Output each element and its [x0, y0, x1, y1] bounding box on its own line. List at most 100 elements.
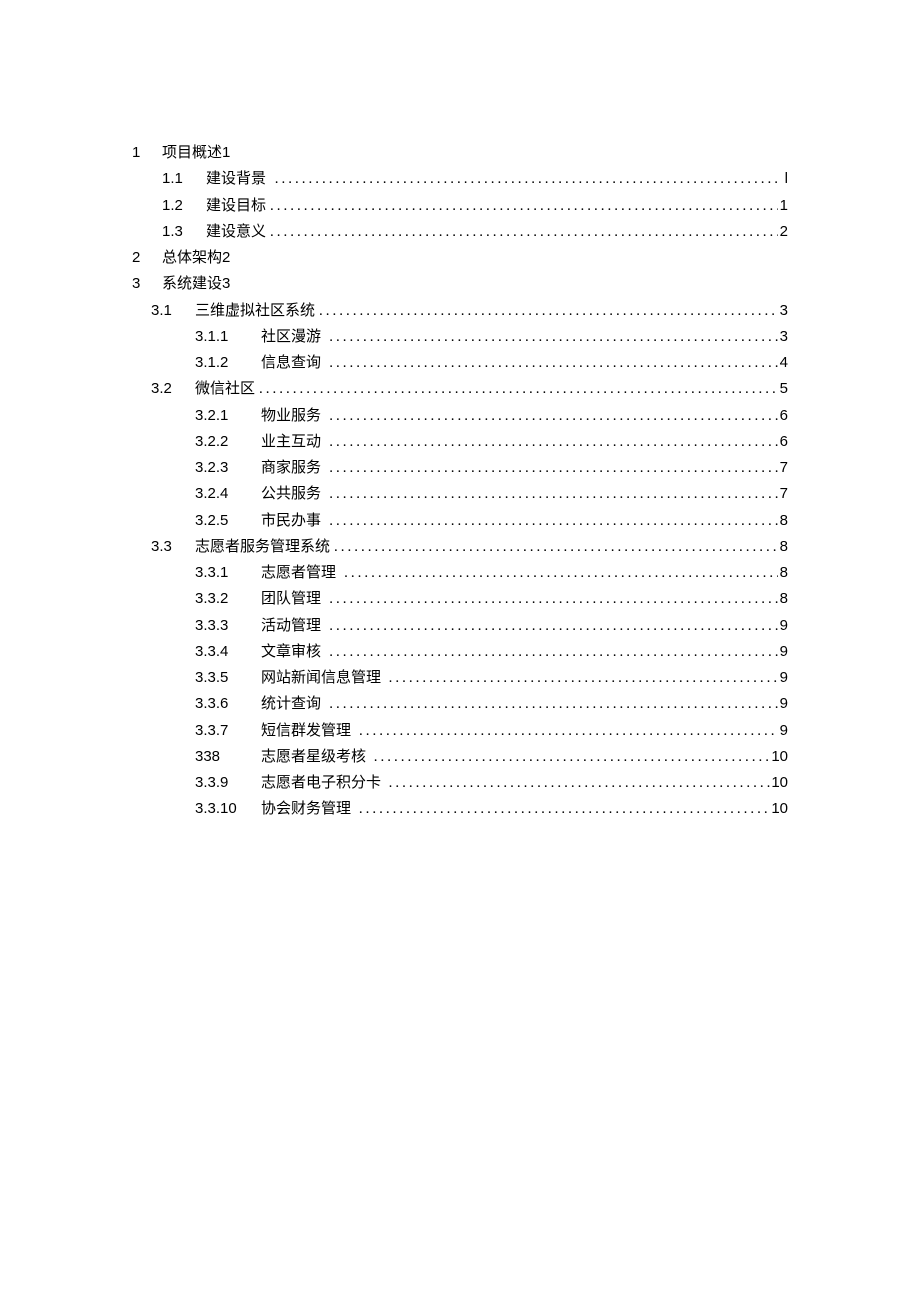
toc-number: 3.1.1 — [195, 324, 261, 350]
toc-row: 3.2.3商家服务 7 — [132, 455, 788, 481]
toc-title: 协会财务管理 — [261, 796, 351, 822]
toc-page: 10 — [771, 796, 788, 822]
toc-title: 信息查询 — [261, 350, 321, 376]
toc-leader — [266, 219, 778, 245]
toc-row: 3.3.3活动管理9 — [132, 613, 788, 639]
toc-title: 物业服务 — [261, 403, 321, 429]
toc-leader — [325, 586, 778, 612]
toc-number: 3.3.7 — [195, 718, 261, 744]
toc-leader — [325, 403, 778, 429]
toc-leader — [255, 376, 778, 402]
toc-title: 项目概述 — [162, 140, 222, 166]
toc-leader — [325, 350, 778, 376]
table-of-contents: 1项目概述11.1建设背景l1.2建设目标11.3建设意义22总体架构23系统建… — [132, 140, 788, 823]
toc-page: 9 — [778, 613, 788, 639]
toc-number: 338 — [195, 744, 261, 770]
toc-leader — [385, 665, 778, 691]
toc-title: 三维虚拟社区系统 — [195, 298, 315, 324]
toc-row: 338志愿者星级考核 10 — [132, 744, 788, 770]
toc-row: 3系统建设3 — [132, 271, 788, 297]
toc-number: 1 — [132, 140, 162, 166]
toc-leader — [325, 691, 778, 717]
toc-number: 3.2.2 — [195, 429, 261, 455]
toc-number: 1.2 — [162, 193, 206, 219]
toc-page: 10 — [771, 744, 788, 770]
toc-title: 网站新闻信息管理 — [261, 665, 381, 691]
toc-title: 志愿者电子积分卡 — [261, 770, 381, 796]
toc-row: 3.3.10协会财务管理10 — [132, 796, 788, 822]
toc-row: 3.3志愿者服务管理系统 8 — [132, 534, 788, 560]
toc-title: 志愿者服务管理系统 — [195, 534, 330, 560]
toc-row: 3.3.6统计查询9 — [132, 691, 788, 717]
toc-row: 3.3.2团队管理8 — [132, 586, 788, 612]
toc-row: 3.3.7短信群发管理 9 — [132, 718, 788, 744]
toc-number: 2 — [132, 245, 162, 271]
toc-row: 2总体架构2 — [132, 245, 788, 271]
toc-number: 3.3 — [151, 534, 195, 560]
toc-number: 3.3.4 — [195, 639, 261, 665]
toc-number: 1.3 — [162, 219, 206, 245]
toc-leader — [370, 744, 772, 770]
toc-leader — [340, 560, 778, 586]
toc-title: 市民办事 — [261, 508, 321, 534]
toc-page: 8 — [778, 586, 788, 612]
toc-page: 9 — [778, 639, 788, 665]
toc-row: 3.3.4文章审核 9 — [132, 639, 788, 665]
toc-leader — [355, 718, 778, 744]
toc-title: 建设目标 — [206, 193, 266, 219]
toc-page: 8 — [778, 508, 788, 534]
toc-number: 3.3.2 — [195, 586, 261, 612]
toc-row: 3.1.1社区漫游3 — [132, 324, 788, 350]
toc-page: 2 — [778, 219, 788, 245]
toc-number: 3.3.9 — [195, 770, 261, 796]
toc-number: 3 — [132, 271, 162, 297]
toc-title: 商家服务 — [261, 455, 321, 481]
toc-row: 3.2微信社区5 — [132, 376, 788, 402]
toc-row: 3.2.5市民办事8 — [132, 508, 788, 534]
toc-page: 6 — [778, 429, 788, 455]
toc-page: 9 — [778, 665, 788, 691]
toc-page: 2 — [222, 245, 230, 271]
toc-title: 志愿者管理 — [261, 560, 336, 586]
toc-title: 短信群发管理 — [261, 718, 351, 744]
toc-leader — [325, 508, 778, 534]
toc-number: 1.1 — [162, 166, 206, 192]
toc-number: 3.1 — [151, 298, 195, 324]
toc-page: 4 — [778, 350, 788, 376]
toc-row: 3.1三维虚拟社区系统3 — [132, 298, 788, 324]
toc-page: 7 — [778, 455, 788, 481]
toc-leader — [315, 298, 778, 324]
toc-title: 建设意义 — [206, 219, 266, 245]
toc-leader — [385, 770, 772, 796]
toc-row: 1项目概述1 — [132, 140, 788, 166]
toc-row: 1.1建设背景l — [132, 166, 788, 192]
toc-row: 1.3建设意义 2 — [132, 219, 788, 245]
toc-title: 志愿者星级考核 — [261, 744, 366, 770]
toc-page: l — [778, 166, 788, 192]
toc-leader — [325, 481, 778, 507]
toc-page: 7 — [778, 481, 788, 507]
toc-number: 3.3.5 — [195, 665, 261, 691]
toc-leader — [271, 166, 778, 192]
toc-leader — [330, 534, 778, 560]
toc-page: 6 — [778, 403, 788, 429]
toc-title: 总体架构 — [162, 245, 222, 271]
toc-row: 1.2建设目标1 — [132, 193, 788, 219]
toc-number: 3.1.2 — [195, 350, 261, 376]
toc-leader — [325, 613, 778, 639]
toc-row: 3.3.1志愿者管理8 — [132, 560, 788, 586]
toc-page: 8 — [778, 560, 788, 586]
toc-title: 微信社区 — [195, 376, 255, 402]
toc-title: 文章审核 — [261, 639, 321, 665]
toc-title: 社区漫游 — [261, 324, 321, 350]
toc-number: 3.2.3 — [195, 455, 261, 481]
toc-row: 3.2.4公共服务7 — [132, 481, 788, 507]
toc-row: 3.1.2信息查询 4 — [132, 350, 788, 376]
toc-title: 系统建设 — [162, 271, 222, 297]
toc-page: 9 — [778, 718, 788, 744]
toc-row: 3.2.1物业服务6 — [132, 403, 788, 429]
toc-leader — [325, 324, 778, 350]
toc-number: 3.3.6 — [195, 691, 261, 717]
toc-page: 8 — [778, 534, 788, 560]
toc-page: 10 — [771, 770, 788, 796]
